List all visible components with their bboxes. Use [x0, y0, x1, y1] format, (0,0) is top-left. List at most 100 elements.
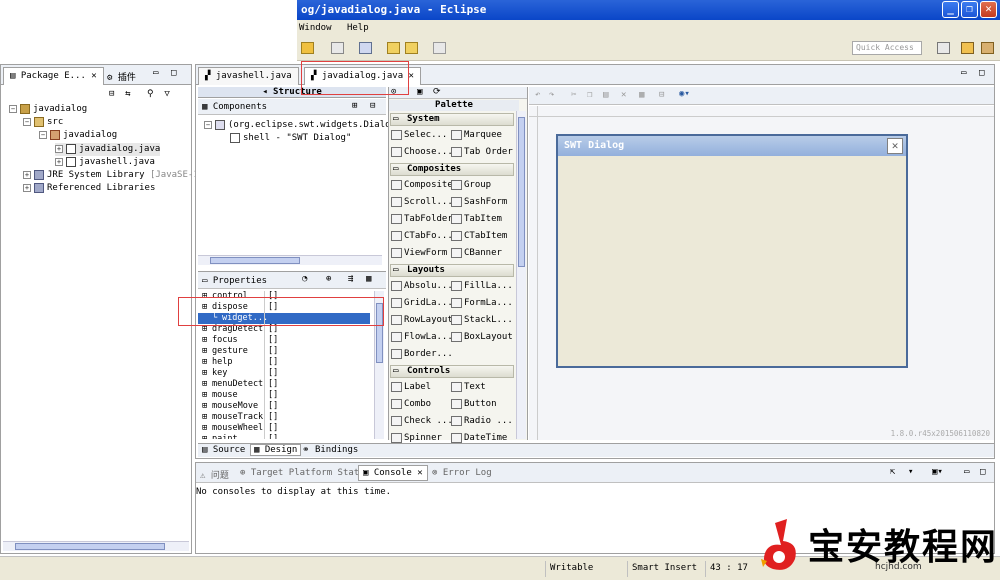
tab-design[interactable]: ▦ Design: [250, 444, 302, 456]
tab-problems[interactable]: ⚠ 问题: [200, 468, 229, 481]
expand-icon[interactable]: ⊞: [202, 390, 207, 401]
dialog-close-button[interactable]: ✕: [887, 138, 903, 154]
palette-section-composites[interactable]: ▭ Composites: [390, 163, 514, 176]
expand-icon[interactable]: ⊞: [202, 434, 207, 439]
palette-item[interactable]: RowLayout: [391, 313, 453, 328]
tree-item-javadialog-java[interactable]: + javadialog.java: [55, 143, 161, 156]
tab-bindings[interactable]: ⚭ Bindings: [302, 445, 358, 455]
palette-item[interactable]: Radio ...: [451, 414, 513, 429]
palette-item[interactable]: Label: [391, 380, 431, 395]
refresh-icon[interactable]: ⟳: [433, 87, 441, 97]
display-console-icon[interactable]: ▾: [908, 467, 913, 477]
new-wizard-icon[interactable]: [301, 42, 314, 54]
minimize-view-icon[interactable]: ▭: [153, 68, 158, 78]
property-row[interactable]: ⊞ mouseWheel []: [198, 423, 368, 434]
pin-console-icon[interactable]: ⇱: [890, 467, 895, 477]
property-row[interactable]: ⊞ focus []: [198, 335, 368, 346]
property-value[interactable]: []: [268, 401, 278, 412]
forward-icon[interactable]: [433, 42, 446, 54]
property-value[interactable]: []: [268, 357, 278, 368]
scroll-thumb[interactable]: [210, 257, 300, 264]
property-row[interactable]: ⊞ menuDetect []: [198, 379, 368, 390]
redo-icon[interactable]: ↷: [549, 90, 554, 100]
component-dialog[interactable]: − (org.eclipse.swt.widgets.Dialog: [204, 119, 396, 132]
tree-item-javashell-java[interactable]: + javashell.java: [55, 156, 155, 169]
palette-item[interactable]: GridLa...: [391, 296, 453, 311]
maximize-view-icon[interactable]: □: [171, 68, 176, 78]
close-window-button[interactable]: ✕: [980, 1, 997, 18]
scroll-thumb[interactable]: [15, 543, 165, 550]
tree-item-jre[interactable]: + JRE System Library [JavaSE-1.: [23, 169, 204, 182]
palette-item[interactable]: Button: [451, 397, 497, 412]
tab-console[interactable]: ▣ Console ✕: [358, 465, 428, 481]
tree-item-referenced-libraries[interactable]: + Referenced Libraries: [23, 182, 155, 195]
cut-icon[interactable]: ✂: [571, 90, 576, 100]
palette-item[interactable]: FlowLa...: [391, 330, 453, 345]
copy-icon[interactable]: ❐: [587, 90, 592, 100]
open-type-icon[interactable]: [359, 42, 372, 54]
palette-item[interactable]: Selec...: [391, 128, 447, 143]
tab-package-explorer[interactable]: ▤ Package E... ✕: [3, 67, 104, 85]
minimize-view-icon[interactable]: ▭: [964, 467, 969, 477]
property-row[interactable]: ⊞ gesture []: [198, 346, 368, 357]
palette-item[interactable]: Scroll...: [391, 195, 453, 210]
palette-item[interactable]: Text: [451, 380, 486, 395]
palette-item[interactable]: CBanner: [451, 246, 502, 261]
property-value[interactable]: []: [268, 379, 278, 390]
palette-item[interactable]: SashForm: [451, 195, 507, 210]
goto-definition-icon[interactable]: ⊕: [326, 274, 331, 284]
scroll-thumb[interactable]: [518, 117, 525, 267]
property-value[interactable]: []: [268, 434, 278, 439]
align-icon[interactable]: ⊟: [659, 90, 664, 100]
paste-icon[interactable]: ▤: [603, 90, 608, 100]
undo-icon[interactable]: ↶: [535, 90, 540, 100]
filter-icon[interactable]: ⚲: [147, 89, 154, 99]
palette-item[interactable]: CTabFo...: [391, 229, 453, 244]
property-row[interactable]: ⊞ mouseTrack []: [198, 412, 368, 423]
property-value[interactable]: []: [268, 368, 278, 379]
close-icon[interactable]: ✕: [409, 71, 414, 81]
grid-icon[interactable]: ▦: [639, 90, 644, 100]
back-icon[interactable]: [405, 42, 418, 54]
palette-item[interactable]: Combo: [391, 397, 431, 412]
palette-section-system[interactable]: ▭ System: [390, 113, 514, 126]
palette-item[interactable]: Marquee: [451, 128, 502, 143]
expand-icon[interactable]: ⊞: [202, 412, 207, 423]
open-perspective-icon[interactable]: [937, 42, 950, 54]
property-value[interactable]: []: [268, 390, 278, 401]
minimize-editor-icon[interactable]: ▭: [961, 68, 966, 78]
palette-item[interactable]: FillLa...: [451, 279, 513, 294]
palette-section-controls[interactable]: ▭ Controls: [390, 365, 514, 378]
expand-icon[interactable]: ⊞: [202, 379, 207, 390]
property-row[interactable]: ⊞ help []: [198, 357, 368, 368]
palette-item[interactable]: TabItem: [451, 212, 502, 227]
expand-all-icon[interactable]: ⊞: [352, 101, 357, 111]
property-value[interactable]: []: [268, 335, 278, 346]
delete-icon[interactable]: ✕: [621, 90, 626, 100]
expand-icon[interactable]: ⊞: [202, 335, 207, 346]
expand-icon[interactable]: ⊞: [202, 401, 207, 412]
palette-vscroll[interactable]: [516, 111, 526, 439]
open-console-icon[interactable]: ▣▾: [932, 467, 943, 477]
palette-item[interactable]: BoxLayout: [451, 330, 513, 345]
palette-item[interactable]: CTabItem: [451, 229, 507, 244]
link-editor-icon[interactable]: ⇆: [125, 89, 130, 99]
tab-target-platform[interactable]: ⊕ Target Platform State: [240, 468, 365, 478]
palette-item[interactable]: Choose...: [391, 145, 453, 160]
tab-error-log[interactable]: ⊗ Error Log: [432, 468, 492, 478]
property-row[interactable]: ⊞ mouseMove []: [198, 401, 368, 412]
palette-item[interactable]: Tab Order: [451, 145, 513, 160]
property-value[interactable]: []: [268, 423, 278, 434]
component-shell[interactable]: shell - "SWT Dialog": [220, 132, 351, 145]
property-value[interactable]: []: [268, 412, 278, 423]
swt-dialog-preview[interactable]: SWT Dialog ✕: [556, 134, 908, 368]
expand-icon[interactable]: ⊞: [202, 368, 207, 379]
globe-icon[interactable]: ◉▾: [679, 89, 690, 99]
property-row[interactable]: ⊞ key []: [198, 368, 368, 379]
expand-icon[interactable]: ⊞: [202, 346, 207, 357]
test-icon[interactable]: ▣: [417, 87, 422, 97]
property-value[interactable]: []: [268, 346, 278, 357]
expand-icon[interactable]: ⊞: [202, 357, 207, 368]
palette-item[interactable]: StackL...: [451, 313, 513, 328]
new-file-icon[interactable]: [331, 42, 344, 54]
